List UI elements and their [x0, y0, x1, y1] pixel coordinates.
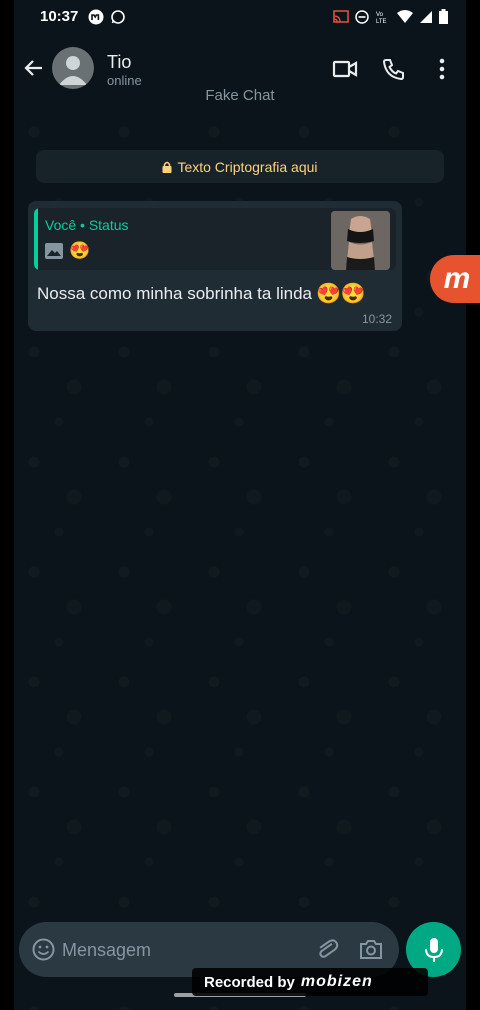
chat-screen: 10:37 Vo LTE Tio online Fake Chat Texto C…: [14, 0, 466, 1010]
default-avatar-icon: [59, 56, 87, 85]
message-bubble[interactable]: Você • Status 😍 Nossa como minha sobrinh…: [28, 201, 402, 331]
contact-name[interactable]: Tio: [107, 52, 131, 73]
recorded-by-text: Recorded by: [204, 973, 295, 991]
camera-icon[interactable]: [359, 938, 383, 960]
message-text-row: Nossa como minha sobrinha ta linda 😍😍: [37, 281, 366, 306]
back-arrow-icon[interactable]: [22, 56, 46, 80]
status-time: 10:37: [40, 8, 79, 25]
attach-icon[interactable]: [315, 937, 339, 962]
mobizen-floating-button[interactable]: m: [430, 255, 480, 303]
chat-header: Tio online Fake Chat: [14, 34, 466, 112]
encryption-notice-text: Texto Criptografia aqui: [177, 158, 318, 175]
avatar[interactable]: [52, 47, 94, 89]
more-options-icon[interactable]: [429, 56, 455, 82]
whatsapp-status-icon: [111, 10, 125, 24]
quote-emoji: 😍: [69, 241, 91, 260]
video-call-icon[interactable]: [332, 56, 358, 82]
svg-text:LTE: LTE: [376, 19, 387, 24]
contact-status: online: [107, 73, 142, 88]
microphone-icon: [424, 937, 443, 962]
mobizen-status-icon: [88, 9, 104, 25]
photo-icon: [45, 243, 63, 259]
dnd-icon: [355, 9, 369, 24]
quoted-status[interactable]: Você • Status 😍: [34, 208, 396, 270]
voice-call-icon[interactable]: [381, 56, 407, 82]
mobizen-logo-text: mobizen: [300, 973, 373, 990]
status-photo: [331, 211, 390, 270]
wifi-icon: [397, 9, 413, 23]
lock-icon: [162, 161, 172, 173]
message-input[interactable]: Mensagem: [62, 940, 151, 961]
signal-icon: [420, 10, 432, 23]
fake-chat-label: Fake Chat: [205, 87, 275, 104]
encryption-notice[interactable]: Texto Criptografia aqui: [36, 150, 444, 183]
status-bar: 10:37 Vo LTE: [14, 0, 466, 34]
recording-watermark: Recorded by mobizen: [192, 968, 428, 996]
status-thumbnail: [331, 211, 390, 270]
quote-title: Você • Status: [45, 217, 129, 233]
mobizen-floating-label: m: [443, 262, 471, 295]
message-text: Nossa como minha sobrinha ta linda: [37, 283, 312, 303]
quote-accent-bar: [34, 208, 38, 270]
battery-icon: [439, 9, 448, 24]
message-time: 10:32: [361, 312, 392, 326]
volte-icon: VoLTE: [376, 12, 387, 24]
emoji-icon[interactable]: [32, 938, 55, 961]
cast-icon: [333, 9, 349, 23]
svg-text:Vo: Vo: [376, 12, 384, 18]
quote-preview: 😍: [45, 241, 90, 261]
message-emojis: 😍😍: [315, 283, 366, 305]
